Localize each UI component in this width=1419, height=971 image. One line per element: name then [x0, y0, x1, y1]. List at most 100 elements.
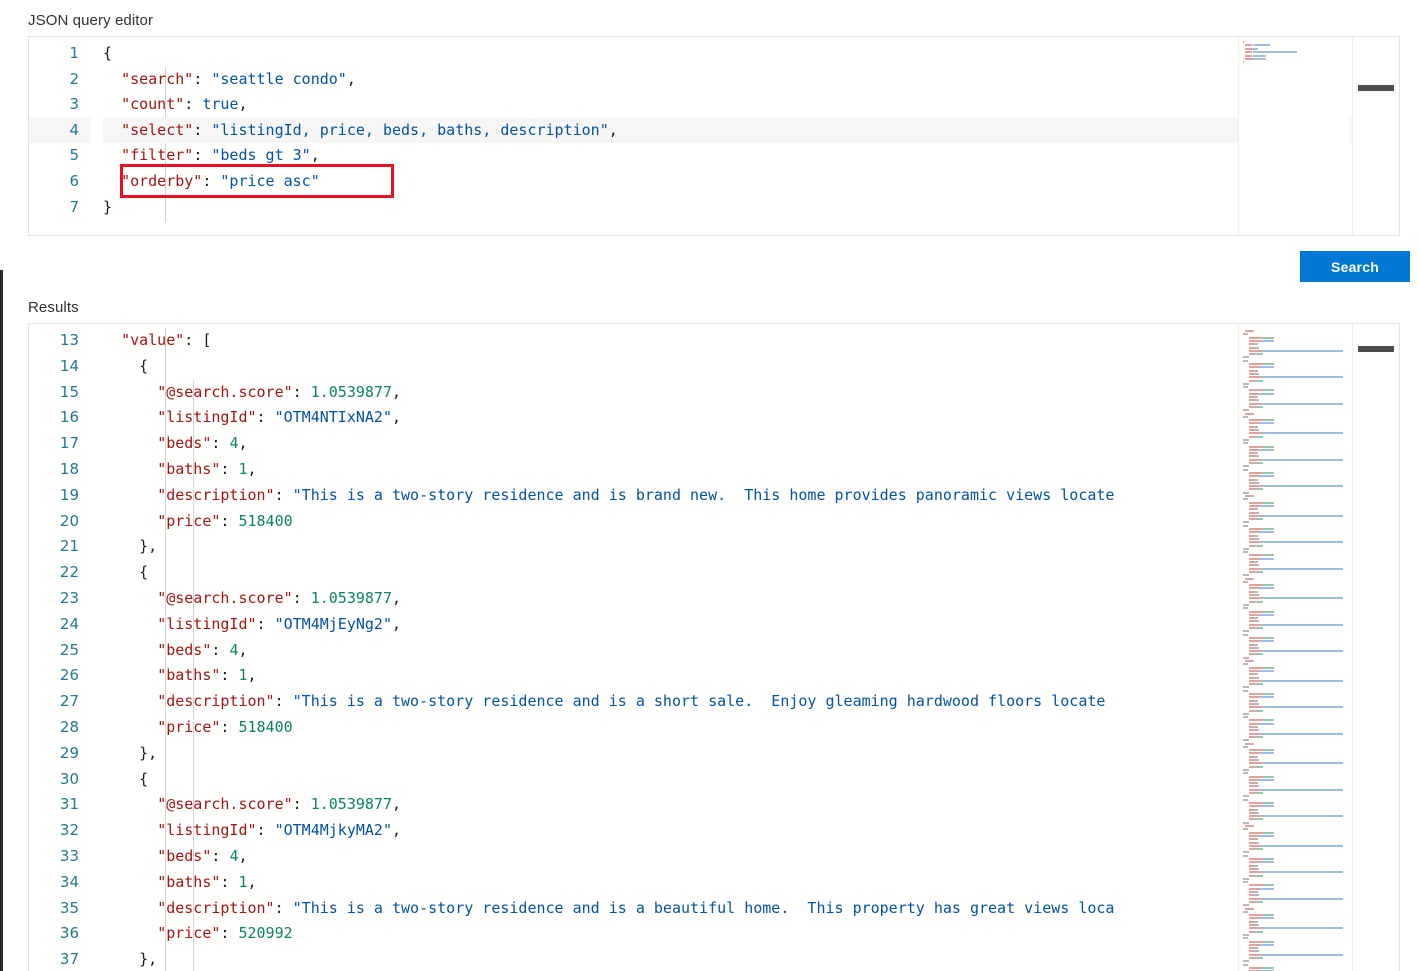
query-code-area[interactable]: { "search": "seattle condo", "count": tr…	[91, 37, 1399, 235]
code-line[interactable]: "filter": "beds gt 3",	[103, 143, 1399, 169]
code-line[interactable]: "baths": 1,	[103, 663, 1399, 689]
line-number: 33	[59, 846, 79, 865]
minimap-line	[1261, 587, 1274, 590]
minimap-line	[1257, 683, 1263, 686]
minimap-line	[1248, 600, 1256, 603]
code-line[interactable]: "listingId": "OTM4MjEyNg2",	[103, 612, 1399, 638]
minimap-line	[1248, 349, 1262, 352]
minimap-line	[1264, 801, 1274, 804]
code-line[interactable]: }	[103, 195, 1399, 221]
code-line[interactable]: "price": 520992	[103, 921, 1399, 947]
code-line[interactable]: "beds": 4,	[103, 638, 1399, 664]
code-line[interactable]: "baths": 1,	[103, 870, 1399, 896]
minimap-line	[1248, 485, 1262, 488]
minimap-line	[1264, 528, 1274, 530]
code-token: :	[202, 171, 221, 190]
code-line[interactable]: "listingId": "OTM4MjkyMA2",	[103, 818, 1399, 844]
results-vertical-scrollbar[interactable]	[1352, 324, 1399, 971]
code-line[interactable]: {	[103, 41, 1399, 67]
code-line[interactable]: },	[103, 741, 1399, 767]
code-token: ,	[238, 95, 248, 114]
code-line[interactable]: "value": [	[103, 328, 1399, 354]
code-line[interactable]: },	[103, 534, 1399, 560]
minimap-line	[1248, 894, 1256, 897]
query-scrollbar-thumb[interactable]	[1358, 85, 1394, 91]
code-token: :	[220, 924, 239, 943]
minimap-line	[1264, 966, 1274, 969]
query-vertical-scrollbar[interactable]	[1352, 37, 1399, 235]
results-scrollbar-thumb[interactable]	[1358, 346, 1394, 352]
minimap-line	[1273, 613, 1275, 616]
code-line[interactable]: "description": "This is a two-story resi…	[103, 483, 1399, 509]
code-line[interactable]: "beds": 4,	[103, 844, 1399, 870]
code-token: :	[220, 666, 239, 685]
minimap-line	[1248, 584, 1263, 587]
line-number: 31	[59, 795, 79, 814]
json-query-editor[interactable]: 1 2 3 4 5 6 7 { "search": "seattle condo", "co…	[28, 36, 1400, 236]
minimap-line	[1273, 557, 1275, 560]
minimap-line	[1248, 762, 1262, 765]
code-line[interactable]: "search": "seattle condo",	[103, 67, 1399, 93]
code-line[interactable]: "orderby": "price asc"	[103, 169, 1399, 195]
minimap-line	[1243, 828, 1248, 831]
code-line[interactable]: "listingId": "OTM4NTIxNA2",	[103, 405, 1399, 431]
minimap-line	[1257, 848, 1263, 851]
query-minimap[interactable]	[1238, 37, 1349, 235]
code-token: 1.0539877	[310, 795, 392, 814]
minimap-line	[1248, 544, 1256, 547]
minimap-line	[1264, 666, 1274, 669]
code-token: :	[220, 872, 239, 891]
minimap-line	[1264, 389, 1274, 392]
code-line[interactable]: "description": "This is a two-story resi…	[103, 896, 1399, 922]
results-minimap[interactable]	[1238, 324, 1349, 971]
minimap-line	[1258, 811, 1260, 814]
minimap-line	[1262, 597, 1343, 600]
code-line[interactable]: {	[103, 767, 1399, 793]
code-line[interactable]: "select": "listingId, price, beds, baths…	[103, 117, 1399, 144]
results-code-area[interactable]: "value": [ { "@search.score": 1.0539877,…	[91, 324, 1399, 971]
code-line[interactable]: "description": "This is a two-story resi…	[103, 689, 1399, 715]
code-token: "seattle condo"	[211, 69, 347, 88]
minimap-line	[1273, 363, 1275, 365]
code-line[interactable]: "price": 518400	[103, 715, 1399, 741]
code-line[interactable]: "@search.score": 1.0539877,	[103, 586, 1399, 612]
minimap-line	[1248, 462, 1256, 464]
code-line[interactable]: {	[103, 354, 1399, 380]
minimap-line	[1258, 702, 1260, 705]
minimap-line	[1253, 412, 1255, 415]
code-token: {	[103, 563, 149, 582]
minimap-line	[1248, 917, 1260, 920]
minimap-line	[1257, 957, 1263, 959]
minimap-line	[1248, 950, 1256, 953]
minimap-line	[1243, 689, 1248, 692]
minimap-line	[1248, 448, 1260, 451]
code-line[interactable]: "@search.score": 1.0539877,	[103, 380, 1399, 406]
minimap-line	[1244, 742, 1252, 745]
code-token: "baths"	[157, 872, 221, 891]
code-line[interactable]: {	[103, 560, 1399, 586]
line-number: 2	[69, 69, 79, 88]
minimap-line	[1248, 778, 1260, 781]
code-line[interactable]: },	[103, 947, 1399, 971]
code-line[interactable]: "price": 518400	[103, 509, 1399, 535]
code-token: "listingId"	[157, 408, 257, 427]
code-token: {	[103, 769, 149, 788]
minimap-line	[1248, 858, 1263, 860]
minimap-line	[1243, 498, 1248, 501]
minimap-line	[1261, 640, 1274, 643]
code-line[interactable]: "beds": 4,	[103, 431, 1399, 457]
minimap-line	[1264, 914, 1274, 917]
results-editor[interactable]: 13 14 15 16 17 18 19 20 21 22 23 24 25 26 27 28 29 30 31 32…	[28, 323, 1400, 971]
line-number: 16	[59, 408, 79, 427]
line-number: 23	[59, 588, 79, 607]
code-line[interactable]: "baths": 1,	[103, 457, 1399, 483]
minimap-line	[1257, 643, 1259, 646]
minimap-line	[1248, 871, 1262, 874]
search-button[interactable]: Search	[1300, 251, 1410, 282]
code-line[interactable]: "@search.score": 1.0539877,	[103, 792, 1399, 818]
minimap-line	[1261, 422, 1274, 425]
code-line[interactable]: "count": true,	[103, 92, 1399, 118]
